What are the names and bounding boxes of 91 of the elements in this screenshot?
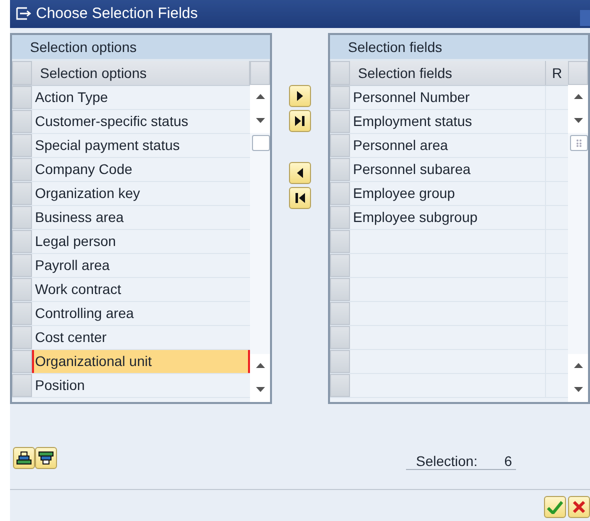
scroll-down-button[interactable] <box>250 378 270 402</box>
row-selector[interactable] <box>330 230 350 253</box>
row-selector[interactable] <box>330 158 350 181</box>
column-header[interactable]: Selection options <box>32 60 250 85</box>
cancel-button[interactable] <box>568 496 590 518</box>
table-cell[interactable]: Business area <box>32 206 250 229</box>
scroll-up-button[interactable] <box>250 354 270 378</box>
row-selector[interactable] <box>12 158 32 181</box>
selection-label: Selection: <box>416 452 478 469</box>
table-cell[interactable]: Personnel Number <box>350 86 545 109</box>
row-selector[interactable] <box>12 374 32 397</box>
funnel-icon <box>38 450 54 465</box>
scroll-down-icon <box>574 118 582 124</box>
row-selector[interactable] <box>330 86 350 109</box>
scroll-up-button[interactable] <box>250 84 270 109</box>
scroll-down-button[interactable] <box>568 108 588 133</box>
row-selector[interactable] <box>330 278 350 301</box>
row-selector[interactable] <box>330 350 350 373</box>
table-cell[interactable]: Organization key <box>32 182 250 205</box>
column-header[interactable]: Selection fields <box>350 60 546 85</box>
row-selector[interactable] <box>330 374 350 397</box>
sort-descending-button[interactable] <box>35 446 57 469</box>
row-selector[interactable] <box>12 278 32 301</box>
row-selector[interactable] <box>330 134 350 157</box>
skip-start-icon <box>295 192 305 203</box>
row-selector[interactable] <box>330 110 350 133</box>
move-right-button[interactable] <box>289 84 311 107</box>
row-selector[interactable] <box>12 254 32 277</box>
row-selector[interactable] <box>330 182 350 205</box>
table-cell[interactable]: Customer-specific status <box>32 110 250 133</box>
table-cell[interactable]: Special payment status <box>32 134 250 157</box>
select-all-button[interactable] <box>12 60 32 85</box>
table-cell[interactable]: Position <box>32 374 250 397</box>
scroll-up-icon <box>256 363 264 368</box>
row-selector[interactable] <box>12 230 32 253</box>
row-selector[interactable] <box>330 254 350 277</box>
table-cell[interactable]: Company Code <box>32 158 250 181</box>
row-selector[interactable] <box>12 326 32 349</box>
dialog-icon <box>16 7 31 20</box>
table-cell[interactable]: Controlling area <box>32 302 250 325</box>
row-selector[interactable] <box>330 326 350 349</box>
scroll-thumb[interactable] <box>252 134 270 151</box>
skip-end-icon <box>295 116 305 126</box>
move-all-left-button[interactable] <box>289 186 311 209</box>
panel-title: Selection fields <box>330 34 588 61</box>
sort-ascending-button[interactable] <box>13 446 35 469</box>
selection-count: 6 <box>504 452 512 469</box>
row-selector[interactable] <box>12 350 32 373</box>
row-selector[interactable] <box>12 86 32 109</box>
scroll-up-icon <box>574 94 582 100</box>
panel-title: Selection options <box>12 34 270 61</box>
column-header[interactable]: R <box>546 60 568 85</box>
play-back-icon <box>297 168 303 178</box>
table-cell[interactable]: Cost center <box>32 326 250 349</box>
scroll-down-button[interactable] <box>250 108 270 133</box>
row-selector[interactable] <box>12 182 32 205</box>
checkmark-icon <box>547 500 563 514</box>
scroll-down-icon <box>574 387 582 392</box>
select-all-button[interactable] <box>330 60 350 85</box>
row-selector[interactable] <box>12 110 32 133</box>
stack-icon <box>16 450 32 465</box>
move-left-button[interactable] <box>289 162 311 184</box>
table-cell[interactable]: Payroll area <box>32 254 250 277</box>
table-cell[interactable]: Action Type <box>32 86 250 109</box>
scroll-down-icon <box>256 118 264 124</box>
move-all-right-button[interactable] <box>289 110 311 132</box>
close-icon <box>572 500 586 514</box>
row-selector[interactable] <box>330 302 350 325</box>
table-cell[interactable]: Organizational unit <box>32 350 250 373</box>
scroll-up-button[interactable] <box>568 84 588 109</box>
row-selector[interactable] <box>12 206 32 229</box>
row-selector[interactable] <box>330 206 350 229</box>
scroll-thumb[interactable] <box>570 134 588 151</box>
confirm-button[interactable] <box>544 496 566 518</box>
scroll-down-button[interactable] <box>568 378 588 402</box>
table-cell[interactable]: Employment status <box>350 110 545 133</box>
table-cell[interactable]: Work contract <box>32 278 250 301</box>
window-title: Choose Selection Fields <box>36 5 198 22</box>
table-cell[interactable]: Personnel area <box>350 134 545 157</box>
table-cell[interactable]: Employee subgroup <box>350 206 545 229</box>
play-icon <box>297 90 303 101</box>
row-selector[interactable] <box>12 134 32 157</box>
scroll-down-icon <box>256 387 264 392</box>
scroll-up-icon <box>256 94 264 100</box>
row-selector[interactable] <box>12 302 32 325</box>
table-cell[interactable]: Employee group <box>350 182 545 205</box>
scroll-up-button[interactable] <box>568 354 588 378</box>
table-cell[interactable]: Personnel subarea <box>350 158 545 181</box>
scroll-up-icon <box>574 363 582 368</box>
close-button[interactable] <box>580 10 590 26</box>
table-cell[interactable]: Legal person <box>32 230 250 253</box>
